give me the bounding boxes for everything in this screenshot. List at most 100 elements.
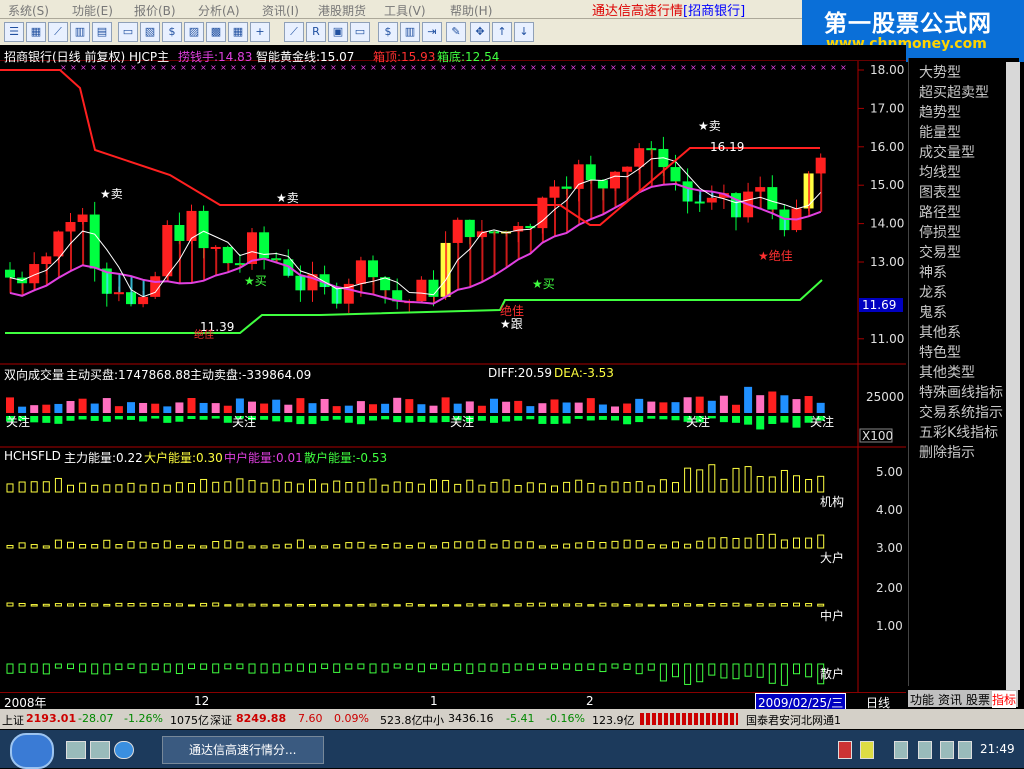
active-sell-label: 主动卖盘:-339864.09 bbox=[190, 368, 312, 382]
top-marker: × bbox=[670, 63, 677, 72]
desktop-icon[interactable] bbox=[66, 741, 86, 759]
dea-label: DEA:-3.53 bbox=[554, 366, 614, 380]
network-icon[interactable] bbox=[940, 741, 954, 759]
sidebar-item-other-sys[interactable]: 其他系 bbox=[919, 322, 961, 342]
volume-sell-bar bbox=[332, 416, 341, 420]
calendar-icon[interactable]: ▩ bbox=[206, 22, 226, 42]
price-tick-label: 17.00 bbox=[870, 101, 904, 115]
menu-tools[interactable]: 工具(V) bbox=[384, 2, 426, 19]
top-marker: × bbox=[620, 63, 627, 72]
top-marker: × bbox=[530, 63, 537, 72]
line-chart-icon[interactable]: ⟋ bbox=[48, 22, 68, 42]
sidebar-item-long[interactable]: 龙系 bbox=[919, 282, 947, 302]
menu-system[interactable]: 系统(S) bbox=[8, 2, 49, 19]
rsi-icon[interactable]: R bbox=[306, 22, 326, 42]
sidebar-item-market[interactable]: 大势型 bbox=[919, 62, 961, 82]
sell-signal: ★卖 bbox=[276, 191, 299, 205]
menu-hk-futures[interactable]: 港股期货 bbox=[318, 2, 366, 19]
tab-function[interactable]: 功能 bbox=[910, 691, 934, 708]
windows-start-icon[interactable] bbox=[10, 733, 54, 769]
volume-buy-bar bbox=[586, 398, 595, 413]
volume-sell-bar bbox=[647, 416, 656, 419]
indicator-golden-line: 智能黄金线:15.07 bbox=[256, 50, 355, 64]
window-icon[interactable]: ▭ bbox=[118, 22, 138, 42]
table-icon[interactable]: ▦ bbox=[228, 22, 248, 42]
volume-sell-bar bbox=[175, 416, 184, 422]
plus-icon[interactable]: + bbox=[250, 22, 270, 42]
menu-function[interactable]: 功能(E) bbox=[72, 2, 113, 19]
sidebar-item-trade-sys[interactable]: 交易系统指示 bbox=[919, 402, 1003, 422]
price-tick-label: 16.00 bbox=[870, 140, 904, 154]
explorer-icon[interactable] bbox=[90, 741, 110, 759]
pen-icon[interactable]: ✎ bbox=[446, 22, 466, 42]
follow-signal: ★跟 bbox=[500, 317, 523, 331]
sidebar-item-special[interactable]: 特色型 bbox=[919, 342, 961, 362]
top-marker: × bbox=[650, 63, 657, 72]
menu-analysis[interactable]: 分析(A) bbox=[198, 2, 240, 19]
volume-sell-bar bbox=[659, 416, 668, 420]
trend-icon[interactable]: ⟋ bbox=[284, 22, 304, 42]
sidebar-item-trade[interactable]: 交易型 bbox=[919, 242, 961, 262]
energy-tick-label: 5.00 bbox=[876, 465, 903, 479]
ie-icon[interactable] bbox=[114, 741, 134, 759]
tab-stock[interactable]: 股票 bbox=[966, 691, 990, 708]
sidebar-item-gui[interactable]: 鬼系 bbox=[919, 302, 947, 322]
move-icon[interactable]: ✥ bbox=[470, 22, 490, 42]
window2-icon[interactable]: ▭ bbox=[350, 22, 370, 42]
top-marker: × bbox=[730, 63, 737, 72]
volume-sell-bar bbox=[477, 416, 486, 421]
tray-icon-4[interactable] bbox=[918, 741, 932, 759]
volume-buy-bar bbox=[139, 402, 148, 413]
sidebar-item-shen[interactable]: 神系 bbox=[919, 262, 947, 282]
sidebar-item-delete[interactable]: 删除指示 bbox=[919, 442, 975, 462]
multi-icon[interactable]: ▥ bbox=[400, 22, 420, 42]
dollar-icon[interactable]: $ bbox=[378, 22, 398, 42]
top-marker: × bbox=[630, 63, 637, 72]
export-icon[interactable]: ⇥ bbox=[422, 22, 442, 42]
menu-help[interactable]: 帮助(H) bbox=[450, 2, 492, 19]
menu-info[interactable]: 资讯(I) bbox=[262, 2, 299, 19]
volume-sell-bar bbox=[514, 416, 523, 421]
sidebar-item-other-type[interactable]: 其他类型 bbox=[919, 362, 975, 382]
watch-label: 关注 bbox=[450, 414, 474, 429]
taskbar-app-button[interactable]: 通达信高速行情分... bbox=[162, 736, 324, 764]
zx-value: 3436.16 bbox=[448, 712, 494, 725]
draw-icon[interactable]: ▣ bbox=[328, 22, 348, 42]
sidebar-item-energy[interactable]: 能量型 bbox=[919, 122, 961, 142]
volume-buy-bar bbox=[211, 403, 220, 413]
sidebar-item-color-kline[interactable]: 五彩K线指标 bbox=[919, 422, 998, 442]
volume-buy-bar bbox=[393, 397, 402, 413]
sidebar-item-chart[interactable]: 图表型 bbox=[919, 182, 961, 202]
app-title: 通达信高速行情[招商银行] bbox=[592, 4, 746, 19]
sidebar-item-volume[interactable]: 成交量型 bbox=[919, 142, 975, 162]
volume-sell-bar bbox=[272, 416, 281, 422]
list-icon[interactable]: ☰ bbox=[4, 22, 24, 42]
menu-quote[interactable]: 报价(B) bbox=[134, 2, 176, 19]
sidebar-scrollbar[interactable] bbox=[1006, 62, 1020, 690]
arrow-up-icon[interactable]: ↑ bbox=[492, 22, 512, 42]
candle-body bbox=[706, 197, 717, 203]
report-icon[interactable]: ▤ bbox=[92, 22, 112, 42]
sidebar-item-special-line[interactable]: 特殊画线指标 bbox=[919, 382, 1003, 402]
kline-icon[interactable]: ▥ bbox=[70, 22, 90, 42]
candle-body bbox=[5, 269, 15, 278]
grid-icon[interactable]: ▦ bbox=[26, 22, 46, 42]
sidebar-item-path[interactable]: 路径型 bbox=[919, 202, 961, 222]
money-icon[interactable]: $ bbox=[162, 22, 182, 42]
volume-buy-bar bbox=[90, 403, 99, 413]
sort-icon[interactable]: ▧ bbox=[140, 22, 160, 42]
volume-icon[interactable] bbox=[958, 741, 972, 759]
tray-icon-3[interactable] bbox=[894, 741, 908, 759]
tray-icon-1[interactable] bbox=[838, 741, 852, 759]
tab-info[interactable]: 资讯 bbox=[938, 691, 962, 708]
sidebar-item-stoploss[interactable]: 停损型 bbox=[919, 222, 961, 242]
tray-icon-2[interactable] bbox=[860, 741, 874, 759]
sidebar-item-ma[interactable]: 均线型 bbox=[919, 162, 961, 182]
sidebar-item-overbought[interactable]: 超买超卖型 bbox=[919, 82, 989, 102]
candle-body bbox=[464, 219, 475, 238]
volume-buy-bar bbox=[151, 403, 160, 413]
tab-indicator[interactable]: 指标 bbox=[992, 691, 1017, 708]
arrow-down-icon[interactable]: ↓ bbox=[514, 22, 534, 42]
sidebar-item-trend[interactable]: 趋势型 bbox=[919, 102, 961, 122]
news-icon[interactable]: ▨ bbox=[184, 22, 204, 42]
